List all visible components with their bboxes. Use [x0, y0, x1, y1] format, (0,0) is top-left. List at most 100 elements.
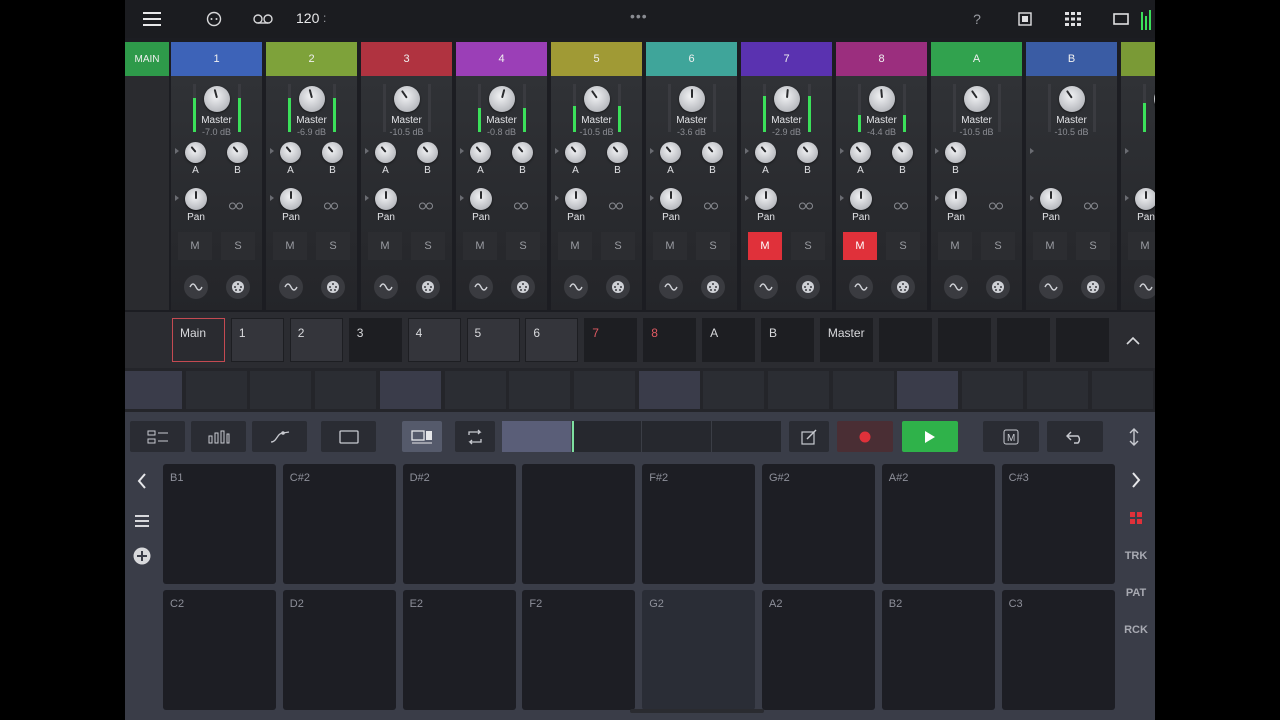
pattern-slot[interactable] [315, 371, 377, 409]
pat-button[interactable]: PAT [1121, 587, 1151, 599]
solo-button[interactable]: S [886, 232, 920, 260]
channel-header[interactable]: A [931, 42, 1022, 76]
mute-button[interactable]: M [843, 232, 877, 260]
waveform-icon[interactable] [279, 275, 303, 299]
solo-button[interactable]: S [316, 232, 350, 260]
waveform-icon[interactable] [469, 275, 493, 299]
midi-port-icon[interactable] [606, 275, 630, 299]
tape-loop-icon[interactable] [251, 8, 275, 30]
mute-button[interactable]: M [558, 232, 592, 260]
track-button[interactable]: 8 [643, 318, 697, 362]
channel-header[interactable]: 6 [646, 42, 737, 76]
rck-button[interactable]: RCK [1121, 624, 1151, 636]
chevron-left-icon[interactable] [133, 472, 151, 490]
midi-port-icon[interactable] [226, 275, 250, 299]
loop-link-icon[interactable] [419, 202, 433, 213]
loop-link-icon[interactable] [514, 202, 528, 213]
mute-button[interactable]: M [1128, 232, 1155, 260]
track-button[interactable]: A [702, 318, 756, 362]
midi-port-icon[interactable] [986, 275, 1010, 299]
send-master-knob[interactable] [394, 86, 420, 112]
send-a-knob[interactable] [660, 142, 681, 163]
mute-button[interactable]: M [178, 232, 212, 260]
undo-icon[interactable] [1047, 421, 1103, 452]
send-a-knob[interactable] [470, 142, 491, 163]
channel-header[interactable]: 4 [456, 42, 547, 76]
solo-button[interactable]: S [506, 232, 540, 260]
send-master-knob[interactable] [869, 86, 895, 112]
note-pad[interactable]: B2 [881, 590, 995, 710]
loop-link-icon[interactable] [989, 202, 1003, 213]
tempo-value[interactable]: 120 [296, 10, 319, 26]
note-pad[interactable]: D#2 [402, 464, 516, 584]
note-pad[interactable]: B1 [163, 464, 276, 584]
track-button[interactable] [996, 318, 1050, 362]
waveform-icon[interactable] [849, 275, 873, 299]
waveform-icon[interactable] [1039, 275, 1063, 299]
play-button[interactable] [902, 421, 958, 452]
midi-port-icon[interactable] [416, 275, 440, 299]
send-master-knob[interactable] [1059, 86, 1085, 112]
solo-button[interactable]: S [981, 232, 1015, 260]
pan-knob[interactable] [945, 188, 967, 210]
pan-knob[interactable] [755, 188, 777, 210]
midi-port-icon[interactable] [511, 275, 535, 299]
add-circle-icon[interactable] [133, 547, 151, 565]
channel-header[interactable]: B [1026, 42, 1117, 76]
channel-header[interactable]: 7 [741, 42, 832, 76]
track-button[interactable] [937, 318, 991, 362]
track-button[interactable] [878, 318, 932, 362]
loop-link-icon[interactable] [799, 202, 813, 213]
note-pad[interactable]: A2 [762, 590, 875, 710]
track-button[interactable]: 3 [348, 318, 402, 362]
send-master-knob[interactable] [299, 86, 325, 112]
help-icon[interactable]: ? [967, 8, 987, 30]
note-pad[interactable] [522, 464, 636, 584]
channel-header[interactable]: 8 [836, 42, 927, 76]
note-pad[interactable]: D2 [282, 590, 396, 710]
send-master-knob[interactable] [679, 86, 705, 112]
track-button[interactable]: 7 [584, 318, 638, 362]
solo-button[interactable]: S [221, 232, 255, 260]
loop-link-icon[interactable] [1084, 202, 1098, 213]
pads-grid-icon[interactable] [1121, 512, 1151, 527]
keyboard-view-icon[interactable] [402, 421, 442, 452]
channel-header[interactable]: M [1121, 42, 1155, 76]
send-a-knob[interactable] [185, 142, 206, 163]
channel-strip-6[interactable]: 6 Master -3.6 dB A B Pan M S [646, 42, 737, 310]
pan-knob[interactable] [1040, 188, 1062, 210]
loop-link-icon[interactable] [704, 202, 718, 213]
pattern-slot[interactable] [573, 371, 635, 409]
waveform-icon[interactable] [1134, 275, 1155, 299]
send-a-knob[interactable] [565, 142, 586, 163]
pan-knob[interactable] [185, 188, 207, 210]
pattern-slot[interactable] [250, 371, 312, 409]
hamburger-menu-icon[interactable] [141, 8, 163, 30]
send-master-knob[interactable] [774, 86, 800, 112]
loop-toggle-icon[interactable] [455, 421, 495, 452]
midi-port-icon[interactable] [891, 275, 915, 299]
send-master-knob[interactable] [489, 86, 515, 112]
track-button[interactable]: 4 [407, 318, 461, 362]
note-pad[interactable]: C#2 [282, 464, 396, 584]
drag-handle[interactable]: ••• [630, 8, 648, 24]
mixer-main-strip[interactable]: MAIN [125, 42, 169, 310]
playhead[interactable] [572, 421, 574, 452]
channel-header[interactable]: 1 [171, 42, 262, 76]
loop-link-icon[interactable] [609, 202, 623, 213]
pan-knob[interactable] [660, 188, 682, 210]
send-a-knob[interactable] [945, 142, 966, 163]
edit-pencil-icon[interactable] [789, 421, 829, 452]
note-pad[interactable]: C3 [1001, 590, 1115, 710]
channel-strip-b[interactable]: B Master -10.5 dB Pan M S [1026, 42, 1117, 310]
solo-button[interactable]: S [696, 232, 730, 260]
send-a-knob[interactable] [280, 142, 301, 163]
grid-icon[interactable] [1063, 8, 1083, 30]
channel-strip-4[interactable]: 4 Master -0.8 dB A B Pan M S [456, 42, 547, 310]
window-mode-icon[interactable] [1015, 8, 1035, 30]
waveform-icon[interactable] [944, 275, 968, 299]
pan-knob[interactable] [280, 188, 302, 210]
send-master-knob[interactable] [964, 86, 990, 112]
send-b-knob[interactable] [227, 142, 248, 163]
track-button[interactable]: B [761, 318, 814, 362]
